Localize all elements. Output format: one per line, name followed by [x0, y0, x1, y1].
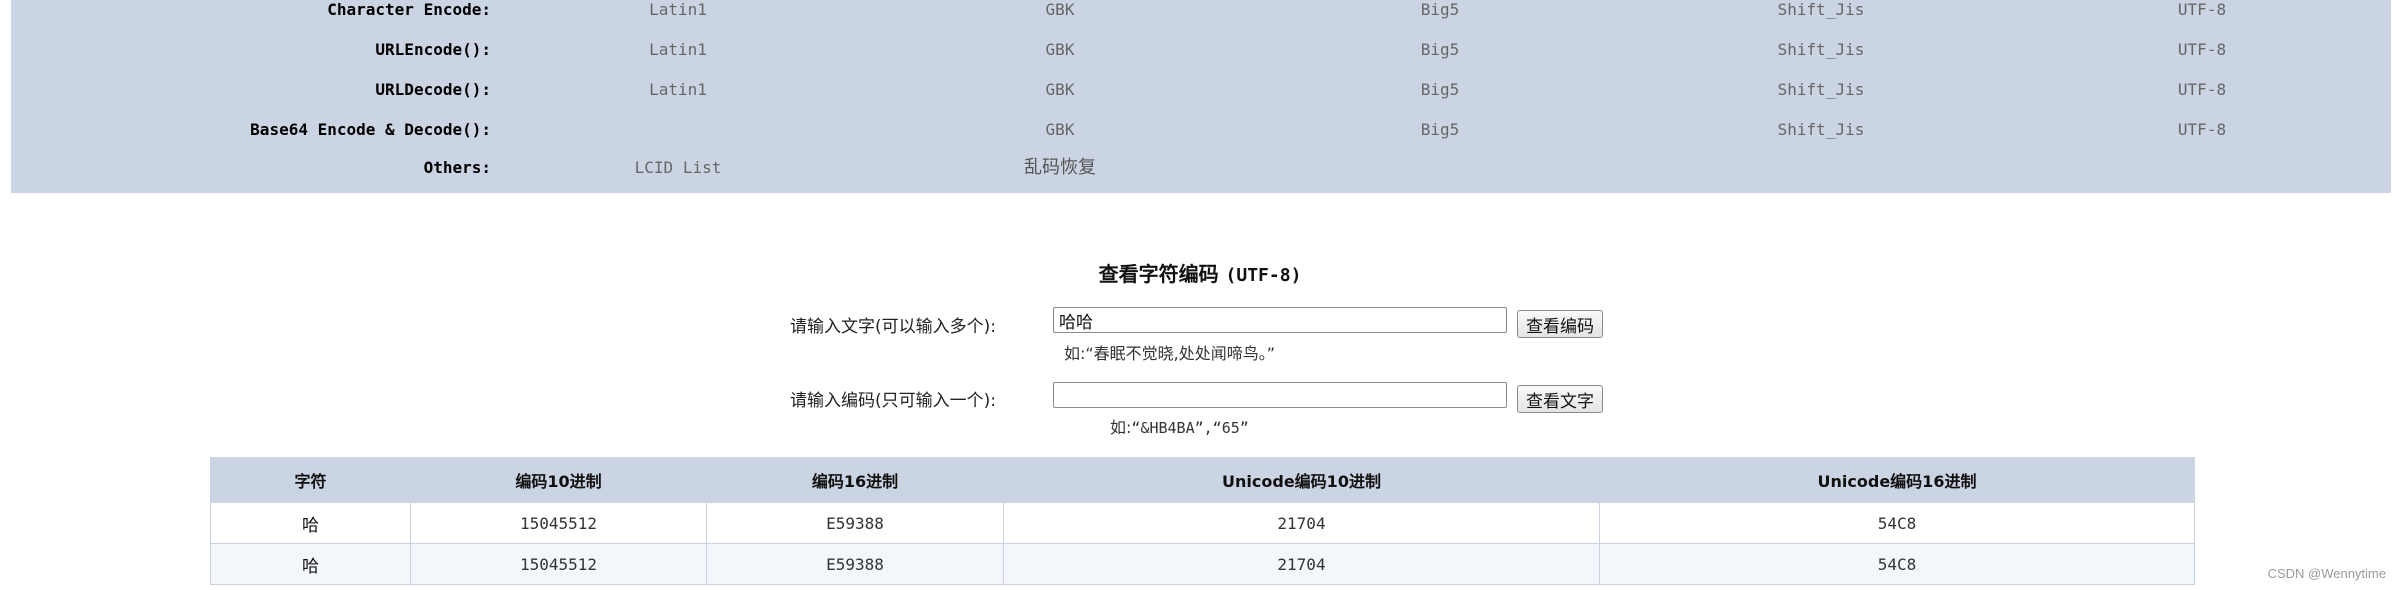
column-header-unicode-dec: Unicode编码10进制 — [1003, 457, 1600, 503]
cell-unicode-dec: 21704 — [1003, 543, 1600, 585]
cell-dec: 15045512 — [410, 543, 707, 585]
cell-dec: 15045512 — [410, 502, 707, 544]
nav-link-lcid-list[interactable]: LCID List — [635, 158, 722, 178]
nav-row-urldecode: URLDecode(): Latin1 GBK Big5 Shift_Jis U… — [11, 80, 2391, 120]
page-title: 查看字符编码 (UTF-8) — [0, 258, 2400, 287]
nav-label: Others: — [423, 158, 491, 177]
nav-link-shift-jis[interactable]: Shift_Jis — [1778, 0, 1865, 20]
nav-label: Character Encode: — [327, 0, 491, 19]
nav-row-character-encode: Character Encode: Latin1 GBK Big5 Shift_… — [11, 0, 2391, 40]
nav-link-big5[interactable]: Big5 — [1421, 120, 1460, 140]
nav-link-utf8[interactable]: UTF-8 — [2178, 120, 2226, 140]
nav-link-gbk[interactable]: GBK — [1046, 40, 1075, 60]
nav-link-shift-jis[interactable]: Shift_Jis — [1778, 80, 1865, 100]
cell-char: 哈 — [210, 543, 411, 585]
nav-link-garbled-recovery[interactable]: 乱码恢复 — [1024, 158, 1096, 178]
column-header-hex: 编码16进制 — [706, 457, 1004, 503]
nav-link-gbk[interactable]: GBK — [1046, 120, 1075, 140]
nav-row-base64: Base64 Encode & Decode(): GBK Big5 Shift… — [11, 120, 2391, 160]
nav-label: URLDecode(): — [375, 80, 491, 99]
nav-link-latin1[interactable]: Latin1 — [649, 40, 707, 60]
text-input-label: 请输入文字(可以输入多个): — [790, 317, 996, 337]
column-header-char: 字符 — [210, 457, 411, 503]
encoding-nav-panel: Character Encode: Latin1 GBK Big5 Shift_… — [11, 0, 2391, 193]
code-hint-prefix: 如: — [1110, 418, 1132, 437]
nav-link-latin1[interactable]: Latin1 — [649, 0, 707, 20]
nav-link-gbk[interactable]: GBK — [1046, 80, 1075, 100]
column-header-unicode-hex: Unicode编码16进制 — [1599, 457, 2195, 503]
nav-link-shift-jis[interactable]: Shift_Jis — [1778, 40, 1865, 60]
table-row: 哈 15045512 E59388 21704 54C8 — [210, 543, 2195, 585]
cell-unicode-hex: 54C8 — [1599, 543, 2195, 585]
nav-row-urlencode: URLEncode(): Latin1 GBK Big5 Shift_Jis U… — [11, 40, 2391, 80]
nav-link-shift-jis[interactable]: Shift_Jis — [1778, 120, 1865, 140]
encoding-result-table: 字符 编码10进制 编码16进制 Unicode编码10进制 Unicode编码… — [210, 457, 2195, 585]
cell-hex: E59388 — [706, 502, 1004, 544]
cell-hex: E59388 — [706, 543, 1004, 585]
nav-link-utf8[interactable]: UTF-8 — [2178, 80, 2226, 100]
page-title-charset: (UTF-8) — [1225, 265, 1302, 286]
nav-link-big5[interactable]: Big5 — [1421, 0, 1460, 20]
code-input-label: 请输入编码(只可输入一个): — [790, 391, 996, 411]
cell-char: 哈 — [210, 502, 411, 544]
nav-link-utf8[interactable]: UTF-8 — [2178, 0, 2226, 20]
nav-link-big5[interactable]: Big5 — [1421, 80, 1460, 100]
page-title-text: 查看字符编码 — [1098, 262, 1219, 286]
nav-label: Base64 Encode & Decode(): — [250, 120, 491, 139]
view-encoding-button[interactable]: 查看编码 — [1517, 310, 1603, 338]
table-row: 哈 15045512 E59388 21704 54C8 — [210, 502, 2195, 544]
text-input[interactable] — [1053, 307, 1507, 333]
nav-row-others: Others: LCID List 乱码恢复 — [11, 158, 2391, 198]
cell-unicode-hex: 54C8 — [1599, 502, 2195, 544]
view-text-button[interactable]: 查看文字 — [1517, 385, 1603, 413]
text-input-hint: 如:“春眠不觉晓,处处闻啼鸟。” — [1064, 344, 1276, 363]
table-header-row: 字符 编码10进制 编码16进制 Unicode编码10进制 Unicode编码… — [210, 457, 2195, 503]
nav-link-gbk[interactable]: GBK — [1046, 0, 1075, 20]
nav-link-utf8[interactable]: UTF-8 — [2178, 40, 2226, 60]
nav-link-big5[interactable]: Big5 — [1421, 40, 1460, 60]
nav-link-latin1[interactable]: Latin1 — [649, 80, 707, 100]
watermark: CSDN @Wennytime — [2267, 566, 2386, 581]
column-header-dec: 编码10进制 — [410, 457, 707, 503]
nav-label: URLEncode(): — [375, 40, 491, 59]
code-input[interactable] — [1053, 382, 1507, 408]
cell-unicode-dec: 21704 — [1003, 502, 1600, 544]
code-hint-examples: “&HB4BA”,“65” — [1131, 419, 1249, 437]
code-input-hint: 如:“&HB4BA”,“65” — [1110, 414, 1249, 438]
